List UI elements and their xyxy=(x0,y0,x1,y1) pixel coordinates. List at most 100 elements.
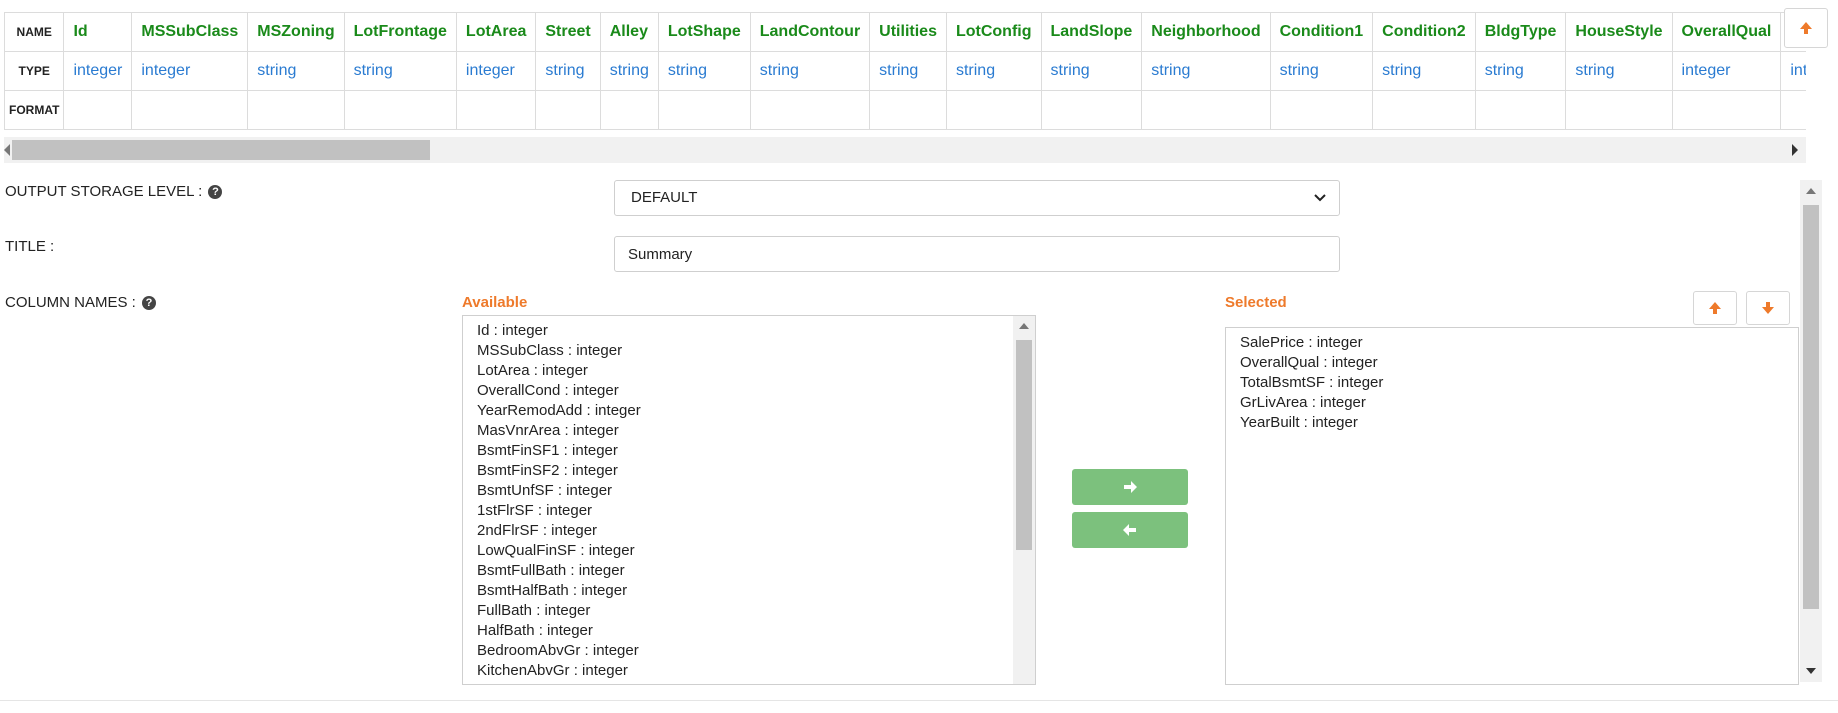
column-format-cell[interactable] xyxy=(869,90,947,130)
column-type-cell[interactable]: string xyxy=(869,51,947,91)
column-name-cell: LotShape xyxy=(657,12,751,52)
column-type-cell[interactable]: integer xyxy=(63,51,133,91)
column-type-cell[interactable]: string xyxy=(535,51,601,91)
list-item[interactable]: YearBuilt : integer xyxy=(1226,413,1798,433)
question-circle-icon[interactable]: ? xyxy=(208,185,223,199)
column-type-cell[interactable]: string xyxy=(343,51,457,91)
column-format-cell[interactable] xyxy=(1269,90,1374,130)
available-listbox[interactable]: Id : integer MSSubClass : integer LotArea … xyxy=(462,315,1036,685)
column-format-cell[interactable] xyxy=(343,90,457,130)
column-name-cell: Alley xyxy=(599,12,659,52)
column-type-cell[interactable]: string xyxy=(1269,51,1374,91)
schema-table-container: NAME Id MSSubClass MSZoning LotFrontage LotA… xyxy=(4,12,1806,130)
column-type-cell[interactable]: string xyxy=(657,51,751,91)
question-circle-icon[interactable]: ? xyxy=(142,296,157,310)
scroll-left-icon[interactable] xyxy=(4,144,10,156)
list-item[interactable]: GrLivArea : integer xyxy=(1226,393,1798,413)
page-scroll-down-icon[interactable] xyxy=(1806,668,1816,674)
available-scroll-thumb[interactable] xyxy=(1016,340,1032,550)
list-item[interactable]: TotalBsmtSF : integer xyxy=(1226,373,1798,393)
page-scroll-thumb[interactable] xyxy=(1803,205,1819,609)
scroll-right-icon[interactable] xyxy=(1792,144,1798,156)
column-names-label: COLUMN NAMES : ? xyxy=(5,294,157,311)
column-format-cell[interactable] xyxy=(535,90,601,130)
column-format-cell[interactable] xyxy=(1780,90,1806,130)
list-item[interactable]: BsmtUnfSF : integer xyxy=(463,481,1035,501)
column-type-cell[interactable]: string xyxy=(945,51,1042,91)
column-format-cell[interactable] xyxy=(1474,90,1567,130)
column-type-cell[interactable]: integer xyxy=(455,51,537,91)
column-format-cell[interactable] xyxy=(1565,90,1673,130)
scroll-top-button[interactable] xyxy=(1784,8,1828,48)
column-type-cell[interactable]: string xyxy=(599,51,659,91)
column-format-cell[interactable] xyxy=(1372,90,1476,130)
list-item[interactable]: MasVnrArea : integer xyxy=(463,421,1035,441)
column-type-cell[interactable]: string xyxy=(1141,51,1271,91)
list-item[interactable]: OverallQual : integer xyxy=(1226,353,1798,373)
list-item[interactable]: LotArea : integer xyxy=(463,361,1035,381)
column-format-cell[interactable] xyxy=(1040,90,1143,130)
selected-listbox[interactable]: SalePrice : integer OverallQual : integer… xyxy=(1225,327,1799,685)
storage-level-select[interactable]: DEFAULT xyxy=(614,180,1340,216)
column-format-cell[interactable] xyxy=(749,90,871,130)
column-type-cell[interactable]: string xyxy=(1565,51,1673,91)
column-format-cell[interactable] xyxy=(455,90,537,130)
column-type-cell[interactable]: string xyxy=(1040,51,1143,91)
list-item[interactable]: BsmtFullBath : integer xyxy=(463,561,1035,581)
chevron-down-icon xyxy=(1314,194,1326,202)
title-input[interactable] xyxy=(614,236,1340,272)
column-format-cell[interactable] xyxy=(63,90,133,130)
column-name-cell: Condition1 xyxy=(1269,12,1374,52)
storage-level-value: DEFAULT xyxy=(631,189,698,206)
page-vertical-scrollbar[interactable] xyxy=(1800,180,1822,682)
column-type-cell[interactable]: integer xyxy=(1671,51,1782,91)
schema-format-row: FORMAT xyxy=(4,90,1806,130)
horizontal-scroll-thumb[interactable] xyxy=(12,140,430,160)
list-item[interactable]: 2ndFlrSF : integer xyxy=(463,521,1035,541)
page-scroll-up-icon[interactable] xyxy=(1806,188,1816,194)
list-item[interactable]: BedroomAbvGr : integer xyxy=(463,641,1035,661)
column-format-cell[interactable] xyxy=(1671,90,1782,130)
move-down-button[interactable] xyxy=(1746,291,1790,325)
move-right-button[interactable] xyxy=(1072,469,1188,505)
column-name-cell: LotArea xyxy=(455,12,537,52)
schema-table: NAME Id MSSubClass MSZoning LotFrontage LotA… xyxy=(4,12,1806,130)
list-item[interactable]: MSSubClass : integer xyxy=(463,341,1035,361)
column-format-cell[interactable] xyxy=(945,90,1042,130)
column-format-cell[interactable] xyxy=(1141,90,1271,130)
column-type-cell[interactable]: integer xyxy=(1780,51,1806,91)
column-type-cell[interactable]: string xyxy=(247,51,345,91)
column-name-cell: LandContour xyxy=(749,12,871,52)
list-item[interactable]: HalfBath : integer xyxy=(463,621,1035,641)
list-item[interactable]: SalePrice : integer xyxy=(1226,333,1798,353)
divider xyxy=(0,700,1838,701)
list-item[interactable]: BsmtFinSF2 : integer xyxy=(463,461,1035,481)
scroll-up-icon[interactable] xyxy=(1019,323,1029,329)
column-name-cell: LotFrontage xyxy=(343,12,457,52)
column-format-cell[interactable] xyxy=(131,90,249,130)
available-vertical-scrollbar[interactable] xyxy=(1013,316,1035,684)
list-item[interactable]: Id : integer xyxy=(463,321,1035,341)
column-type-cell[interactable]: string xyxy=(749,51,871,91)
column-name-cell: Neighborhood xyxy=(1141,12,1271,52)
move-up-button[interactable] xyxy=(1693,291,1737,325)
list-item[interactable]: LowQualFinSF : integer xyxy=(463,541,1035,561)
move-left-button[interactable] xyxy=(1072,512,1188,548)
list-item[interactable]: YearRemodAdd : integer xyxy=(463,401,1035,421)
column-type-cell[interactable]: integer xyxy=(131,51,249,91)
list-item[interactable]: KitchenAbvGr : integer xyxy=(463,661,1035,681)
arrow-down-icon xyxy=(1762,302,1774,314)
column-name-cell: OverallQual xyxy=(1671,12,1782,52)
list-item[interactable]: OverallCond : integer xyxy=(463,381,1035,401)
column-format-cell[interactable] xyxy=(657,90,751,130)
column-name-cell: MSZoning xyxy=(247,12,345,52)
list-item[interactable]: BsmtHalfBath : integer xyxy=(463,581,1035,601)
table-horizontal-scrollbar[interactable] xyxy=(4,137,1806,163)
column-format-cell[interactable] xyxy=(599,90,659,130)
list-item[interactable]: BsmtFinSF1 : integer xyxy=(463,441,1035,461)
list-item[interactable]: 1stFlrSF : integer xyxy=(463,501,1035,521)
list-item[interactable]: FullBath : integer xyxy=(463,601,1035,621)
column-type-cell[interactable]: string xyxy=(1372,51,1476,91)
column-format-cell[interactable] xyxy=(247,90,345,130)
column-type-cell[interactable]: string xyxy=(1474,51,1567,91)
